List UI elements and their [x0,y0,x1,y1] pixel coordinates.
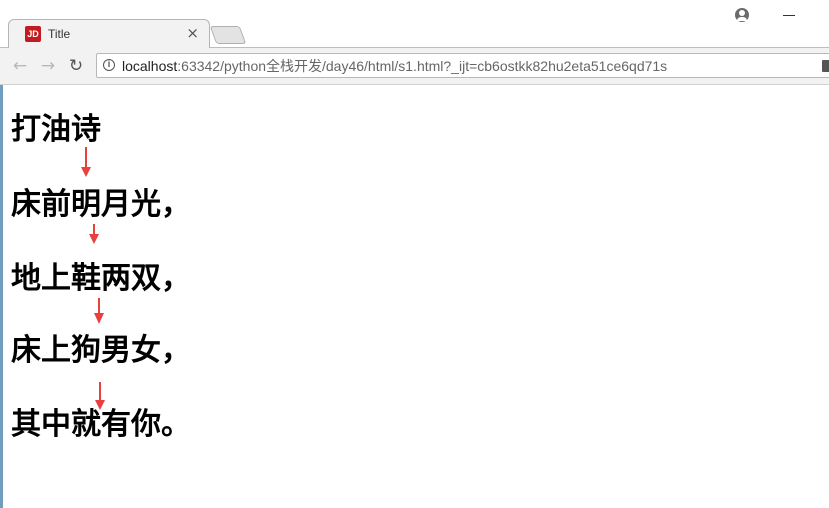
poem-line-2: 地上鞋两双， [11,261,191,296]
down-arrow-icon [89,224,99,244]
browser-titlebar: JD Title × [0,0,829,48]
poem-title: 打油诗 [11,112,101,147]
down-arrow-icon [95,382,105,410]
jd-favicon-icon: JD [25,26,41,42]
browser-toolbar: ← → ↻ i localhost:63342/python全栈开发/day46… [0,48,829,85]
poem-line-4: 其中就有你。 [11,407,191,442]
browser-tab[interactable]: JD Title × [8,19,210,48]
page-content [0,85,829,508]
url-host: localhost [122,58,178,74]
url-text[interactable]: localhost:63342/python全栈开发/day46/html/s1… [122,58,667,74]
poem-line-1: 床前明月光， [11,187,191,222]
poem-line-3: 床上狗男女， [11,333,191,368]
forward-arrow-icon[interactable]: → [38,56,58,76]
url-path: :63342/python全栈开发/day46/html/s1.html?_ij… [177,58,668,74]
tab-title: Title [48,27,71,41]
extension-icon[interactable] [822,60,829,72]
down-arrow-icon [94,298,104,324]
back-arrow-icon[interactable]: ← [10,56,30,76]
reload-icon[interactable]: ↻ [66,56,86,76]
address-bar[interactable]: i localhost:63342/python全栈开发/day46/html/… [96,53,829,78]
down-arrow-icon [81,147,91,177]
tab-close-icon[interactable]: × [186,24,199,42]
profile-icon[interactable] [735,8,749,22]
minimize-icon[interactable] [783,15,795,16]
new-tab-button[interactable] [209,26,247,44]
info-icon[interactable]: i [103,59,115,71]
